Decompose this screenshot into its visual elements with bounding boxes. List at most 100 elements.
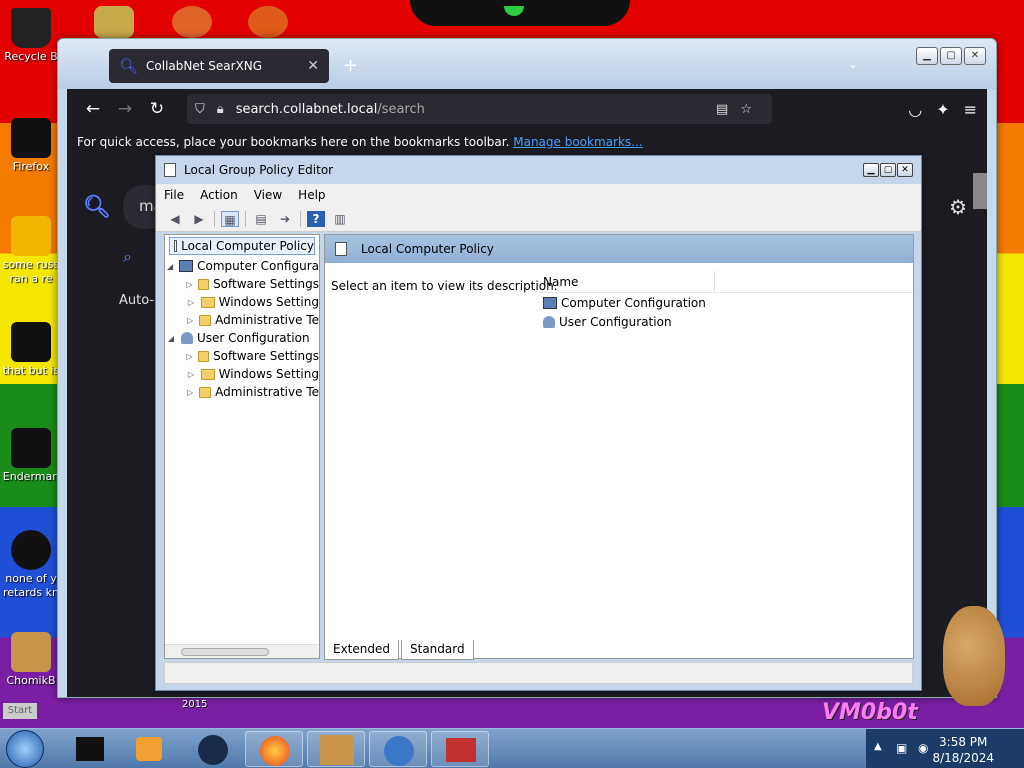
action-pane-icon[interactable]: ▥ [331,211,349,227]
tree-item-local-computer-policy[interactable]: Local Computer Policy [169,237,315,255]
firefox-icon [11,118,51,158]
page-scrollbar[interactable] [973,173,987,209]
firefox-icon [260,736,290,766]
menu-help[interactable]: Help [298,188,325,202]
back-arrow-icon[interactable]: ◀ [166,211,184,227]
desktop-icon-recycle-bin[interactable]: Recycle B [0,8,62,64]
policy-document-icon [164,163,176,177]
chevron-down-icon[interactable]: ⌄ [848,57,858,71]
lock-icon[interactable]: 🔒︎ [217,102,224,117]
list-item[interactable]: Computer Configuration [539,293,913,312]
network-icon[interactable]: ▣ [896,741,907,755]
collapsed-arrow-icon[interactable]: ▷ [185,388,195,397]
tree-horizontal-scrollbar[interactable] [165,644,319,658]
taskbar-group-policy-editor[interactable] [431,731,489,767]
collapsed-arrow-icon[interactable]: ▷ [185,298,197,307]
taskbar-chomikbox[interactable] [307,731,365,767]
new-tab-button[interactable]: + [343,55,358,76]
expanded-arrow-icon[interactable]: ◢ [165,334,177,343]
menu-bar: File Action View Help [156,184,921,206]
export-list-icon[interactable]: ➔ [276,211,294,227]
volume-icon[interactable]: ◉ [918,741,928,755]
pocket-icon[interactable]: ◡ [908,100,922,119]
toolbox-icon [446,738,476,762]
tree-item-computer-configuration[interactable]: ◢ Computer Configura [165,257,319,275]
taskbar-app-1[interactable] [60,731,118,767]
clock[interactable]: 3:58 PM 8/18/2024 [932,734,994,766]
maximize-button[interactable]: ▢ [880,163,896,177]
minimize-button[interactable]: ▁ [916,47,938,65]
details-header: Local Computer Policy [325,235,913,263]
show-hide-tree-icon[interactable]: ▦ [221,210,239,227]
menu-view[interactable]: View [254,188,282,202]
forward-arrow-icon[interactable]: ▶ [190,211,208,227]
window-controls: ▁ ▢ ✕ [863,163,913,177]
desktop-icon-enderman[interactable]: Enderman [0,428,62,484]
search-category-icon[interactable]: ⌕ [123,247,132,267]
tree-item-windows-settings[interactable]: ▷ Windows Setting [165,293,319,311]
expanded-arrow-icon[interactable]: ◢ [165,262,175,271]
taskbar-media-player[interactable] [120,731,178,767]
tree-item-user-configuration[interactable]: ◢ User Configuration [165,329,319,347]
tree-item-user-software-settings[interactable]: ▷ Software Settings [165,347,319,365]
collapsed-arrow-icon[interactable]: ▷ [185,316,195,325]
menu-action[interactable]: Action [200,188,238,202]
column-name[interactable]: Name [539,271,715,292]
back-button[interactable]: ← [77,93,109,125]
desktop-icon-chomikbox[interactable]: ChomikB [0,632,62,688]
address-bar[interactable]: ⛉ 🔒︎ search.collabnet.local/search ▤ ☆ [187,94,772,124]
user-icon [181,332,193,344]
close-button[interactable]: ✕ [964,47,986,65]
properties-icon[interactable]: ▤ [252,211,270,227]
details-title: Local Computer Policy [361,242,494,256]
gear-icon[interactable]: ⚙ [949,195,967,219]
list-item[interactable]: User Configuration [539,312,913,331]
taskbar-app-3[interactable] [184,731,242,767]
manage-bookmarks-link[interactable]: Manage bookmarks... [513,135,642,149]
close-icon[interactable]: ✕ [307,58,319,74]
tree-item-administrative-templates[interactable]: ▷ Administrative Te [165,311,319,329]
start-button[interactable] [6,730,44,768]
media-player-icon [136,737,162,761]
shield-icon[interactable]: ⛉ [195,102,205,117]
star-icon[interactable]: ☆ [740,102,752,117]
folder-icon [198,278,210,290]
desktop-icon-shortcut-3[interactable]: none of y retards kn [0,530,62,600]
menu-icon[interactable]: ≡ [964,100,977,119]
searxng-logo-icon[interactable]: 🔍︎ [83,195,111,220]
enderman-icon [11,428,51,468]
navigation-toolbar: ← → ↻ ⛉ 🔒︎ search.collabnet.local/search… [67,89,987,129]
minimize-button[interactable]: ▁ [863,163,879,177]
taskbar-app-6[interactable] [369,731,427,767]
maximize-button[interactable]: ▢ [940,47,962,65]
show-hidden-icons[interactable]: ▲ [874,741,882,752]
app-icon [384,736,414,766]
menu-file[interactable]: File [164,188,184,202]
item-description: Select an item to view its description. [331,279,558,293]
collapsed-arrow-icon[interactable]: ▷ [185,352,194,361]
desktop-icon-shortcut-2[interactable]: that but is [0,322,62,378]
tree-item-user-windows-settings[interactable]: ▷ Windows Setting [165,365,319,383]
details-pane: Local Computer Policy Select an item to … [324,234,914,659]
collapsed-arrow-icon[interactable]: ▷ [185,370,197,379]
tab-standard[interactable]: Standard [401,640,474,660]
help-icon[interactable]: ? [307,210,325,227]
reload-button[interactable]: ↻ [141,93,173,125]
shortcut-icon [11,530,51,570]
hamster-icon [320,735,354,765]
reader-view-icon[interactable]: ▤ [716,102,728,117]
app-icon [76,737,104,761]
collapsed-arrow-icon[interactable]: ▷ [185,280,194,289]
close-button[interactable]: ✕ [897,163,913,177]
extensions-icon[interactable]: ✦ [936,100,949,119]
desktop-icon-firefox[interactable]: Firefox [0,118,62,174]
url-text[interactable]: search.collabnet.local/search [236,102,716,117]
desktop-icon-shortcut-1[interactable]: some russ ran a re [0,216,62,286]
taskbar-firefox[interactable] [245,731,303,767]
tab-searxng[interactable]: 🔍︎ CollabNet SearXNG ✕ [109,49,329,83]
forward-button[interactable]: → [109,93,141,125]
system-tray: ▲ ▣ ◉ 3:58 PM 8/18/2024 [866,729,1024,768]
tree-item-software-settings[interactable]: ▷ Software Settings [165,275,319,293]
tab-extended[interactable]: Extended [324,640,399,660]
tree-item-user-administrative-templates[interactable]: ▷ Administrative Te [165,383,319,401]
